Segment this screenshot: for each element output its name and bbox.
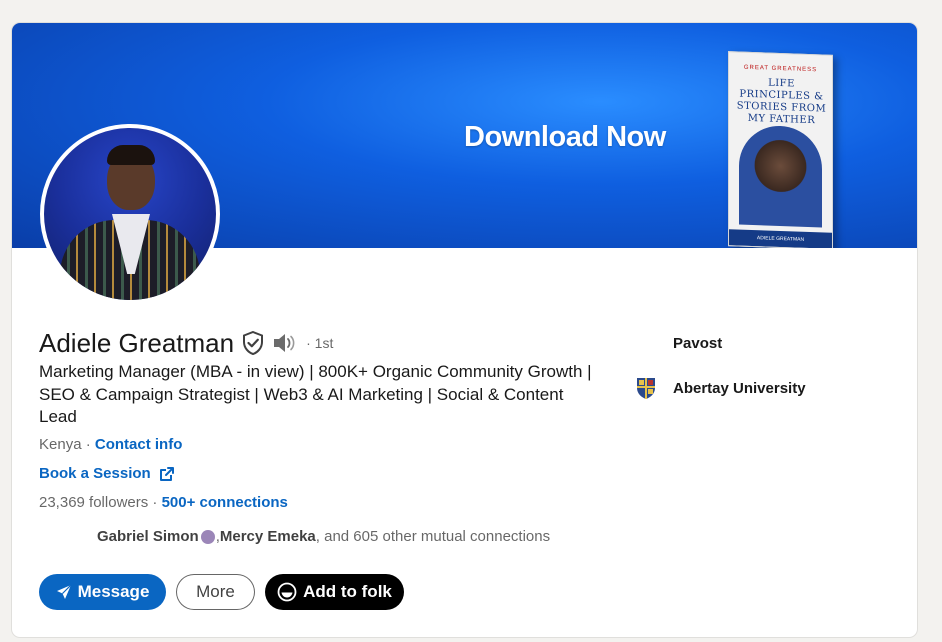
verified-shield-icon[interactable] — [242, 331, 264, 355]
followers-count: 23,369 followers — [39, 494, 149, 511]
connection-degree: · 1st — [306, 335, 334, 351]
add-to-folk-label: Add to folk — [303, 582, 392, 601]
book-title: LIFE PRINCIPLES & STORIES FROM MY FATHER — [736, 77, 827, 127]
message-button-label: Message — [77, 582, 150, 601]
book-art — [739, 124, 822, 228]
profile-headline: Marketing Manager (MBA - in view) | 800K… — [39, 362, 592, 426]
current-company[interactable]: Pavost — [635, 332, 722, 354]
company-name: Pavost — [673, 334, 723, 352]
name-pronunciation-speaker-icon[interactable] — [272, 332, 298, 354]
stats-row: 23,369 followers · 500+ connections — [39, 494, 288, 511]
mutual-connections-rest: , and 605 other mutual connections — [315, 528, 551, 545]
company-logo — [635, 332, 657, 354]
contact-info-link[interactable]: Contact info — [95, 436, 183, 453]
location-text: Kenya — [39, 436, 82, 453]
profile-avatar[interactable] — [40, 124, 220, 304]
banner-title: Download Now — [464, 121, 666, 153]
university-crest-icon — [635, 376, 657, 400]
book-session-link[interactable]: Book a Session — [39, 465, 151, 482]
send-paper-plane-icon — [56, 584, 72, 600]
education-school[interactable]: Abertay University — [635, 376, 806, 400]
book-author: ADIELE GREATMAN — [729, 229, 832, 248]
profile-name: Adiele Greatman — [39, 327, 235, 358]
speaking-head-icon — [200, 529, 215, 544]
mutual-connection-name: Gabriel Simon — [97, 528, 199, 545]
external-link-icon[interactable] — [159, 466, 175, 482]
book-series: GREAT GREATNESS — [743, 64, 818, 74]
more-button[interactable]: More — [176, 574, 255, 610]
add-to-folk-button[interactable]: Add to folk — [265, 574, 404, 610]
profile-actions: Message More Add to folk — [39, 574, 404, 610]
folk-logo-icon — [277, 582, 297, 602]
mutual-connection-name: Mercy Emeka — [219, 528, 316, 545]
name-row: Adiele Greatman · 1st — [39, 326, 333, 360]
book-cover-image: GREAT GREATNESS LIFE PRINCIPLES & STORIE… — [728, 51, 833, 248]
school-name: Abertay University — [673, 379, 806, 397]
book-session-row: Book a Session — [39, 465, 175, 482]
mutual-connections[interactable]: Gabriel Simon, Mercy Emeka, and 605 othe… — [97, 528, 550, 545]
profile-card: Download Now GREAT GREATNESS LIFE PRINCI… — [12, 23, 917, 637]
message-button[interactable]: Message — [39, 574, 166, 610]
more-button-label: More — [196, 582, 235, 601]
connections-link[interactable]: 500+ connections — [162, 494, 288, 511]
location-row: Kenya · Contact info — [39, 436, 183, 453]
